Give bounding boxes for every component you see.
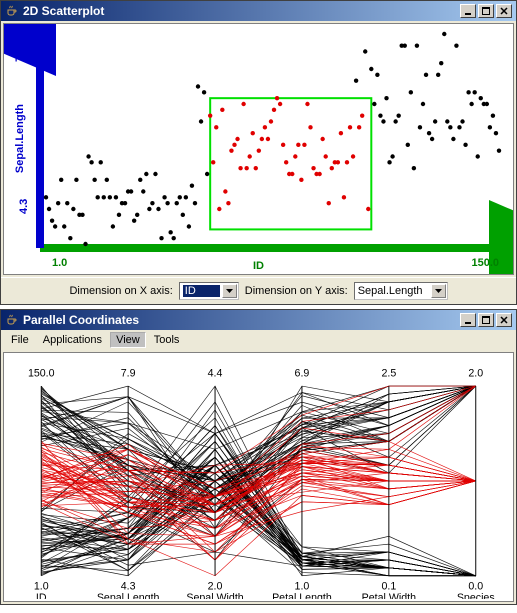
svg-text:0.1: 0.1 <box>381 580 396 592</box>
y-tick-min: 4.3 <box>18 199 30 214</box>
svg-text:6.9: 6.9 <box>295 367 310 379</box>
svg-text:0.0: 0.0 <box>468 580 483 592</box>
svg-text:2.5: 2.5 <box>381 367 396 379</box>
maximize-button[interactable] <box>478 313 494 327</box>
svg-text:ID: ID <box>36 592 47 599</box>
svg-text:Petal.Length: Petal.Length <box>272 592 332 599</box>
menubar: File Applications View Tools <box>1 330 516 350</box>
svg-text:150.0: 150.0 <box>28 367 55 379</box>
window-scatterplot: 2D Scatterplot 7.9 Sepal.Length 4.3 1.0 … <box>0 0 517 305</box>
scatter-plot-area[interactable]: 7.9 Sepal.Length 4.3 1.0 ID 150.0 <box>4 24 513 274</box>
java-icon <box>5 313 19 327</box>
y-axis-label: Sepal.Length <box>14 104 26 173</box>
menu-view[interactable]: View <box>110 332 146 348</box>
x-dim-value: ID <box>183 285 220 297</box>
svg-text:1.0: 1.0 <box>295 580 310 592</box>
svg-text:2.0: 2.0 <box>468 367 483 379</box>
x-dim-label: Dimension on X axis: <box>69 285 172 297</box>
axis-controls: Dimension on X axis: ID Dimension on Y a… <box>1 277 516 304</box>
window-parallel: Parallel Coordinates File Applications V… <box>0 309 517 605</box>
svg-text:7.9: 7.9 <box>121 367 136 379</box>
close-button[interactable] <box>496 4 512 18</box>
maximize-button[interactable] <box>478 4 494 18</box>
parallel-svg: 150.01.0ID7.94.3Sepal.Length4.42.0Sepal.… <box>10 359 507 599</box>
chevron-down-icon[interactable] <box>431 284 446 298</box>
parallel-plot-area[interactable]: 150.01.0ID7.94.3Sepal.Length4.42.0Sepal.… <box>4 353 513 601</box>
chevron-down-icon[interactable] <box>222 284 237 298</box>
y-dim-label: Dimension on Y axis: <box>245 285 348 297</box>
svg-text:1.0: 1.0 <box>34 580 49 592</box>
menu-file[interactable]: File <box>5 332 35 348</box>
java-icon <box>5 4 19 18</box>
window-title: 2D Scatterplot <box>23 4 104 18</box>
x-axis-label: ID <box>253 260 264 272</box>
minimize-button[interactable] <box>460 4 476 18</box>
svg-text:2.0: 2.0 <box>208 580 223 592</box>
svg-text:Petal.Width: Petal.Width <box>362 592 416 599</box>
svg-text:4.4: 4.4 <box>208 367 223 379</box>
x-tick-max: 150.0 <box>471 257 499 269</box>
y-dim-select[interactable]: Sepal.Length <box>354 282 448 300</box>
x-dim-select[interactable]: ID <box>179 282 239 300</box>
y-tick-max: 7.9 <box>14 47 26 62</box>
svg-text:Species: Species <box>457 592 495 599</box>
y-dim-value: Sepal.Length <box>358 285 429 297</box>
scatter-svg <box>4 24 513 274</box>
titlebar-scatter[interactable]: 2D Scatterplot <box>1 1 516 21</box>
titlebar-parallel[interactable]: Parallel Coordinates <box>1 310 516 330</box>
svg-text:Sepal.Length: Sepal.Length <box>97 592 160 599</box>
close-button[interactable] <box>496 313 512 327</box>
svg-text:4.3: 4.3 <box>121 580 136 592</box>
minimize-button[interactable] <box>460 313 476 327</box>
window-title: Parallel Coordinates <box>23 313 139 327</box>
menu-applications[interactable]: Applications <box>37 332 108 348</box>
menu-tools[interactable]: Tools <box>148 332 186 348</box>
svg-text:Sepal.Width: Sepal.Width <box>186 592 243 599</box>
x-tick-min: 1.0 <box>52 257 67 269</box>
